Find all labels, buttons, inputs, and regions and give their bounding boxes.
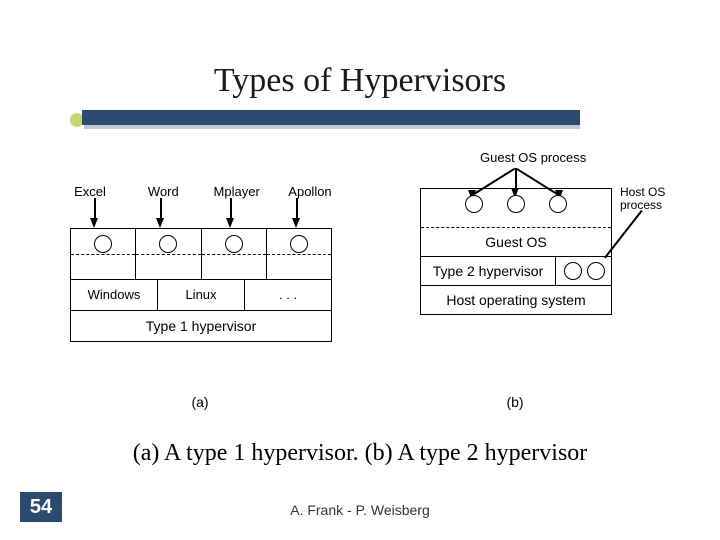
arrow-icon — [160, 198, 162, 220]
title-rule — [70, 110, 580, 128]
os-cell: . . . — [245, 280, 331, 310]
arrowhead-icon — [226, 218, 234, 228]
process-icon — [290, 235, 308, 253]
hypervisor-row: Type 1 hypervisor — [71, 311, 331, 341]
page-title: Types of Hypervisors — [0, 62, 720, 100]
arrow-icon — [230, 198, 232, 220]
app-label: Apollon — [280, 184, 340, 199]
stack-b: Guest OS Type 2 hypervisor Host operatin… — [420, 188, 612, 315]
os-cell: Windows — [71, 280, 158, 310]
figure-caption: (a) A type 1 hypervisor. (b) A type 2 hy… — [0, 440, 720, 467]
figure-b-label: (b) — [420, 394, 610, 410]
guest-process-label: Guest OS process — [480, 150, 586, 165]
figure-a-label: (a) — [60, 394, 340, 410]
stack-a: Windows Linux . . . Type 1 hypervisor — [70, 228, 332, 342]
rule-bar — [82, 110, 580, 125]
app-label: Mplayer — [207, 184, 267, 199]
rule-shadow — [84, 125, 580, 129]
arrow-icon — [296, 198, 298, 220]
host-os-row: Host operating system — [421, 286, 611, 314]
guest-os-row: Guest OS — [421, 228, 611, 257]
arrowhead-icon — [90, 218, 98, 228]
app-label: Word — [133, 184, 193, 199]
os-cell: Linux — [158, 280, 245, 310]
process-icon — [465, 195, 483, 213]
type2-row: Type 2 hypervisor — [421, 257, 611, 286]
figure-area: Excel Word Mplayer Apollon Windows — [60, 150, 670, 420]
process-icon — [564, 262, 582, 280]
type2-label: Type 2 hypervisor — [421, 257, 556, 285]
os-row: Windows Linux . . . — [71, 280, 331, 311]
arrowhead-icon — [156, 218, 164, 228]
process-icon — [507, 195, 525, 213]
app-labels: Excel Word Mplayer Apollon — [60, 184, 340, 199]
footer-attribution: A. Frank - P. Weisberg — [0, 502, 720, 518]
host-process-label: Host OS process — [620, 186, 680, 212]
process-row — [71, 229, 331, 280]
process-icon — [94, 235, 112, 253]
arrow-icon — [94, 198, 96, 220]
process-icon — [549, 195, 567, 213]
figure-b: Guest OS process Host OS process Guest O… — [420, 150, 670, 410]
host-process-cell — [556, 257, 611, 285]
guest-process-row — [421, 189, 611, 228]
arrowhead-icon — [292, 218, 300, 228]
figure-a: Excel Word Mplayer Apollon Windows — [60, 150, 360, 410]
process-icon — [225, 235, 243, 253]
arrow-icon — [515, 168, 517, 190]
app-label: Excel — [60, 184, 120, 199]
process-icon — [587, 262, 605, 280]
process-icon — [159, 235, 177, 253]
